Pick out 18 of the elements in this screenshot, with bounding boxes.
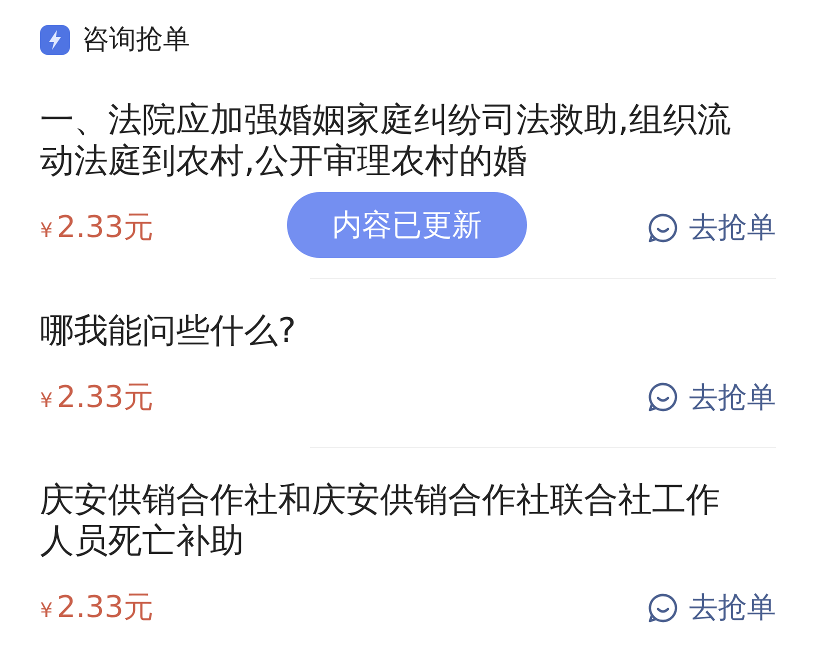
price-text: 2.33元	[56, 378, 154, 417]
lightning-icon	[40, 25, 70, 55]
page-title: 咨询抢单	[82, 22, 190, 57]
smiley-icon	[647, 592, 679, 624]
grab-order-button[interactable]: 去抢单	[647, 586, 776, 630]
currency-symbol: ¥	[40, 386, 53, 414]
price-text: 2.33元	[56, 209, 154, 248]
smiley-icon	[647, 381, 679, 414]
smiley-icon	[647, 212, 679, 244]
price-text: 2.33元	[56, 589, 154, 628]
currency-symbol: ¥	[40, 597, 53, 624]
currency-symbol: ¥	[40, 217, 53, 244]
question-text: 哪我能问些什么?	[40, 310, 298, 352]
question-text: 一、法院应加强婚姻家庭纠纷司法救助,组织流动法庭到农村,公开审理农村的婚	[40, 100, 732, 182]
toast: 内容已更新	[287, 192, 527, 258]
question-text: 庆安供销合作社和庆安供销合作社联合社工作人员死亡补助	[40, 480, 721, 562]
grab-order-button[interactable]: 去抢单	[647, 206, 776, 250]
grab-order-button[interactable]: 去抢单	[647, 376, 776, 420]
